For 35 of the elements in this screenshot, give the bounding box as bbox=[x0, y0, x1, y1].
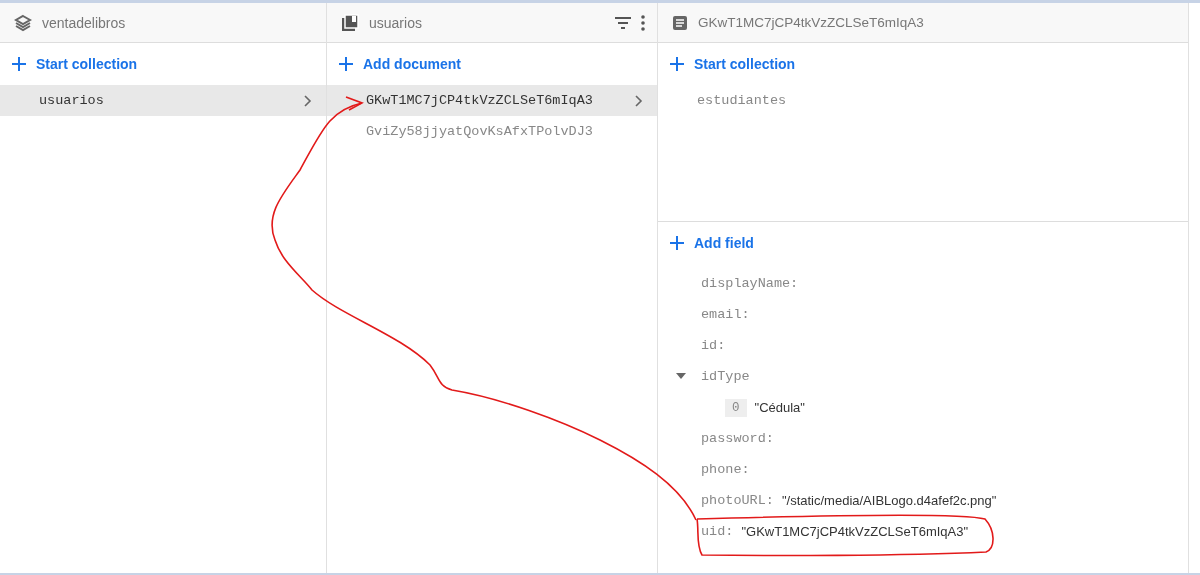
filter-icon[interactable] bbox=[615, 16, 631, 29]
plus-icon bbox=[670, 57, 684, 71]
expand-icon[interactable] bbox=[676, 373, 686, 379]
field-name: phone: bbox=[701, 462, 750, 477]
field-value: "/static/media/AIBLogo.d4afef2c.png" bbox=[781, 493, 997, 508]
add-button[interactable]: Add document bbox=[327, 43, 473, 85]
chevron-icon bbox=[304, 94, 312, 107]
field-name: password: bbox=[701, 431, 774, 446]
field-name: email: bbox=[701, 307, 750, 322]
collection-icon bbox=[341, 13, 359, 32]
panel-title: GKwT1MC7jCP4tkVzZCLSeT6mIqA3 bbox=[698, 15, 925, 30]
field-name: idType bbox=[701, 369, 750, 384]
field-name: uid: bbox=[701, 524, 734, 539]
more-icon[interactable] bbox=[641, 14, 645, 31]
list-item[interactable]: estudiantes bbox=[658, 85, 1188, 116]
field-name: photoURL: bbox=[701, 493, 774, 508]
plus-icon bbox=[12, 57, 26, 71]
chevron-icon bbox=[635, 94, 643, 107]
plus-icon bbox=[670, 236, 684, 250]
field-value: "Cédula" bbox=[754, 400, 805, 415]
field-name: displayName: bbox=[701, 276, 799, 291]
add-button[interactable]: Start collection bbox=[658, 43, 808, 85]
document-icon bbox=[672, 14, 688, 31]
add-field-button[interactable]: Add field bbox=[658, 222, 1188, 264]
stack-icon bbox=[14, 13, 32, 32]
list-item[interactable]: GviZy58jjyatQovKsAfxTPolvDJ3 bbox=[327, 116, 657, 147]
plus-icon bbox=[339, 57, 353, 71]
add-button[interactable]: Start collection bbox=[0, 43, 150, 85]
array-index: 0 bbox=[725, 398, 747, 417]
field-value: "GKwT1MC7jCP4tkVzZCLSeT6mIqA3" bbox=[741, 524, 969, 539]
field-name: id: bbox=[701, 338, 726, 353]
list-item[interactable]: GKwT1MC7jCP4tkVzZCLSeT6mIqA3 bbox=[327, 85, 657, 116]
panel-title: ventadelibros bbox=[42, 14, 127, 31]
list-item[interactable]: usuarios bbox=[0, 85, 326, 116]
panel-title: usuarios bbox=[369, 14, 423, 31]
